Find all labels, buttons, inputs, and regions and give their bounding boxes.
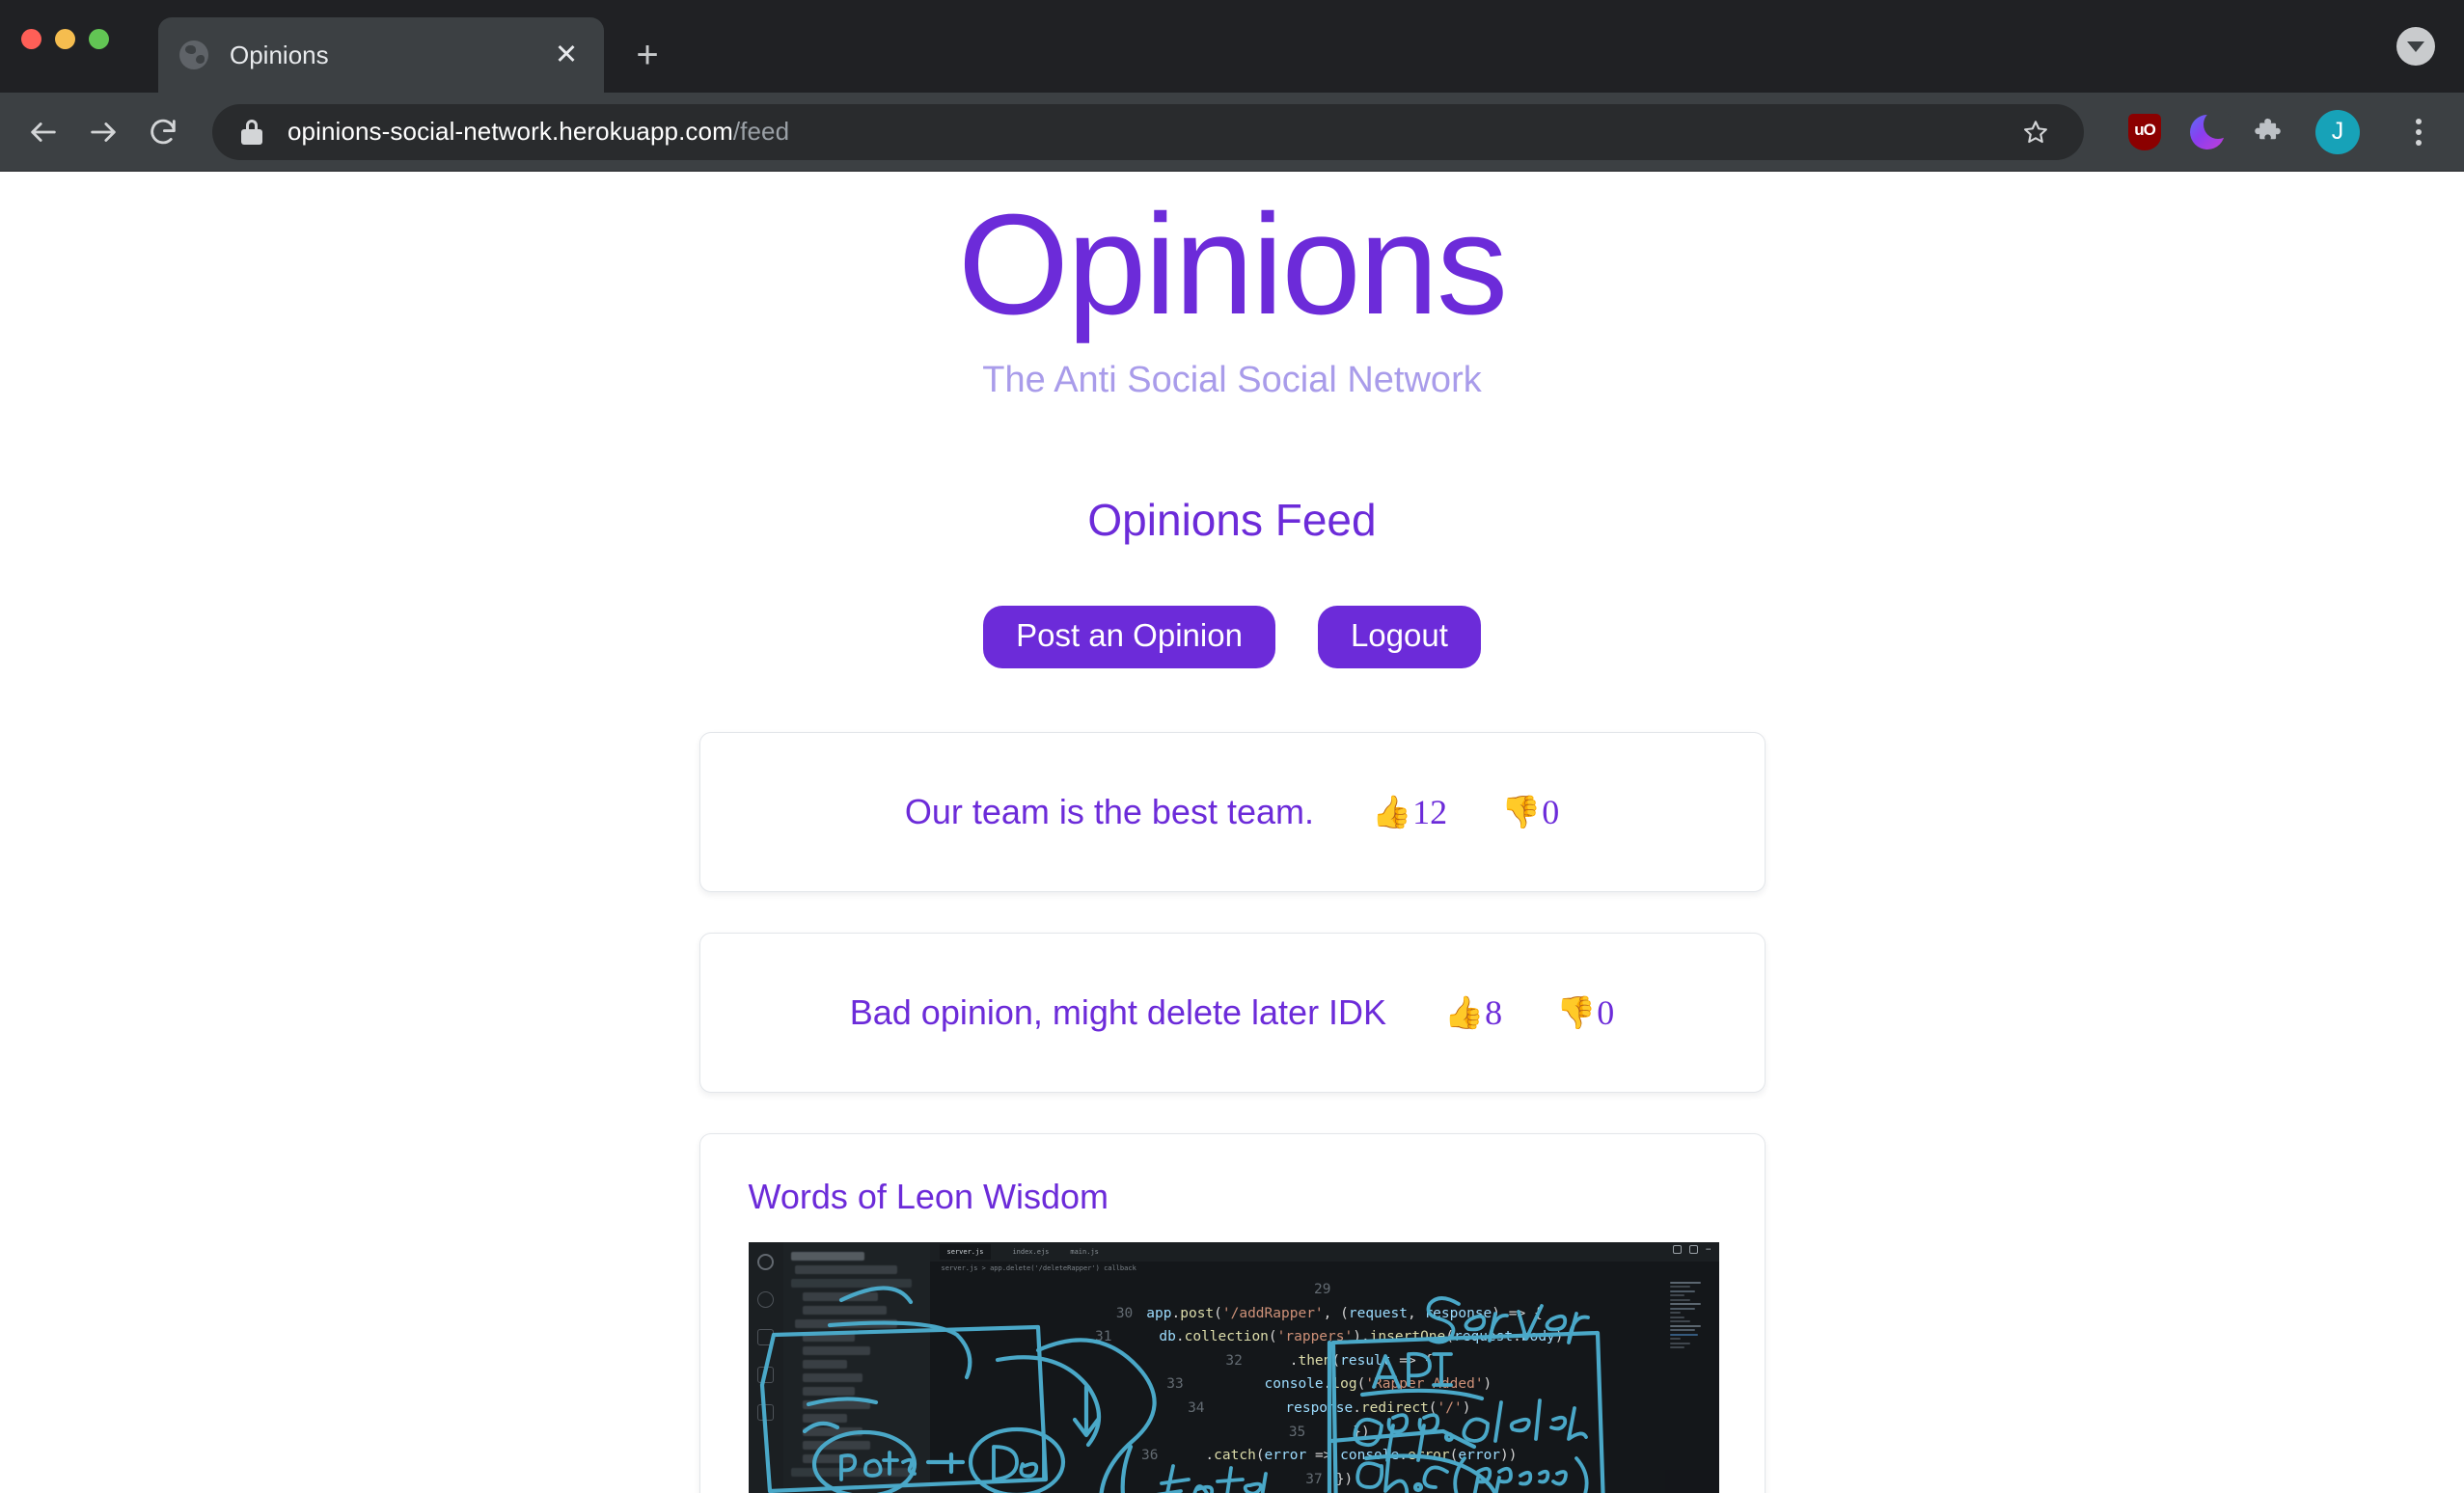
chevron-down-icon[interactable] xyxy=(2396,27,2435,66)
vscode-explorer-sidebar xyxy=(782,1241,930,1493)
opinion-row: Our team is the best team. 👍 12 👎 0 xyxy=(700,733,1765,891)
close-icon[interactable]: ✕ xyxy=(548,37,585,73)
vscode-minimap xyxy=(1664,1275,1719,1493)
url-domain: opinions-social-network.herokuapp.com xyxy=(287,117,733,146)
vscode-activity-bar xyxy=(748,1241,783,1493)
debug-icon xyxy=(757,1366,774,1383)
ublock-label: uO xyxy=(2134,121,2156,139)
vscode-editor-tabs: server.js index.ejs main.js xyxy=(929,1241,1719,1262)
source-control-icon xyxy=(757,1328,774,1345)
extension-icons: uO J xyxy=(2128,109,2441,154)
split-editor-icon[interactable] xyxy=(1673,1245,1683,1255)
caret-shape xyxy=(2407,41,2424,52)
opinion-card: Our team is the best team. 👍 12 👎 0 xyxy=(698,731,1766,892)
close-window-button[interactable] xyxy=(21,29,41,49)
feed-actions: Post an Opinion Logout xyxy=(0,606,2464,668)
browser-window: Opinions ✕ + opinions-social-network.her… xyxy=(0,0,2464,1493)
explorer-icon xyxy=(757,1253,774,1270)
tab-strip: Opinions ✕ + xyxy=(158,17,675,93)
thumbs-down-button[interactable]: 👎 0 xyxy=(1556,995,1614,1030)
annotated-vscode-screenshot: server.js index.ejs main.js server.js > … xyxy=(748,1241,1719,1493)
vote-group: 👍 8 👎 0 xyxy=(1444,995,1614,1030)
new-tab-button[interactable]: + xyxy=(619,27,675,83)
minimize-window-button[interactable] xyxy=(55,29,75,49)
search-icon xyxy=(757,1290,774,1308)
forward-arrow-icon[interactable] xyxy=(73,102,133,162)
tab-title: Opinions xyxy=(230,40,329,69)
more-actions-icon[interactable]: ⋯ xyxy=(1706,1245,1711,1255)
media-opinion-card: Words of Leon Wisdom server.js index.ejs… xyxy=(698,1132,1766,1493)
logout-button[interactable]: Logout xyxy=(1317,606,1481,668)
url-text: opinions-social-network.herokuapp.com/fe… xyxy=(287,117,789,147)
thumbs-down-button[interactable]: 👎 0 xyxy=(1501,795,1559,829)
address-bar[interactable]: opinions-social-network.herokuapp.com/fe… xyxy=(212,103,2084,160)
editor-tab[interactable]: index.ejs xyxy=(1012,1248,1049,1256)
vscode-code-editor: 29 30 app.post('/addRapper', (request, re… xyxy=(929,1275,1719,1493)
layout-icon[interactable] xyxy=(1689,1245,1699,1255)
vscode-editor-actions: ⋯ xyxy=(1673,1245,1711,1255)
lock-icon xyxy=(241,119,262,145)
bookmark-star-icon[interactable] xyxy=(2009,105,2063,159)
opinion-text: Bad opinion, might delete later IDK xyxy=(849,991,1387,1032)
browser-tab[interactable]: Opinions ✕ xyxy=(158,17,604,93)
post-an-opinion-button[interactable]: Post an Opinion xyxy=(983,606,1275,668)
puzzle-icon[interactable] xyxy=(2254,116,2286,149)
media-post-title: Words of Leon Wisdom xyxy=(748,1176,1109,1216)
vscode-breadcrumb: server.js > app.delete('/deleteRapper') … xyxy=(929,1261,1719,1276)
feed-heading: Opinions Feed xyxy=(1087,495,1377,545)
opinion-row: Bad opinion, might delete later IDK 👍 8 … xyxy=(700,934,1765,1092)
ublock-origin-icon[interactable]: uO xyxy=(2128,113,2161,150)
opinions-feed-list: Our team is the best team. 👍 12 👎 0 Bad … xyxy=(0,731,2464,1493)
vscode-window: server.js index.ejs main.js server.js > … xyxy=(748,1241,1719,1493)
back-arrow-icon[interactable] xyxy=(14,102,73,162)
site-subtitle: The Anti Social Social Network xyxy=(982,360,1482,400)
page-content: Opinions The Anti Social Social Network … xyxy=(0,173,2464,1493)
thumbs-down-count: 0 xyxy=(1542,792,1560,831)
vote-group: 👍 12 👎 0 xyxy=(1372,795,1559,829)
thumbs-up-icon: 👍 xyxy=(1444,994,1485,1031)
reload-icon[interactable] xyxy=(133,102,193,162)
editor-tab[interactable]: server.js xyxy=(939,1243,992,1260)
thumbs-up-button[interactable]: 👍 8 xyxy=(1444,995,1502,1030)
globe-icon xyxy=(179,41,208,69)
thumbs-down-icon: 👎 xyxy=(1556,994,1597,1031)
opinion-card: Bad opinion, might delete later IDK 👍 8 … xyxy=(698,932,1766,1093)
browser-titlebar: Opinions ✕ + xyxy=(0,0,2464,93)
site-title: Opinions xyxy=(957,185,1508,344)
maximize-window-button[interactable] xyxy=(89,29,109,49)
thumbs-up-count: 12 xyxy=(1412,792,1448,831)
page-viewport: Opinions The Anti Social Social Network … xyxy=(0,173,2464,1493)
profile-avatar[interactable]: J xyxy=(2315,109,2360,154)
editor-tab[interactable]: main.js xyxy=(1070,1248,1099,1256)
opinion-text: Our team is the best team. xyxy=(904,791,1314,831)
browser-toolbar: opinions-social-network.herokuapp.com/fe… xyxy=(0,93,2464,172)
thumbs-up-icon: 👍 xyxy=(1372,794,1412,830)
thumbs-up-count: 8 xyxy=(1485,992,1503,1032)
thumbs-up-button[interactable]: 👍 12 xyxy=(1372,795,1447,829)
moon-icon[interactable] xyxy=(2190,109,2232,149)
browser-menu-icon[interactable] xyxy=(2396,110,2441,154)
url-path: /feed xyxy=(732,117,790,146)
window-controls xyxy=(21,29,109,49)
extensions-icon xyxy=(757,1403,774,1421)
thumbs-down-icon: 👎 xyxy=(1501,794,1542,830)
thumbs-down-count: 0 xyxy=(1597,992,1615,1032)
